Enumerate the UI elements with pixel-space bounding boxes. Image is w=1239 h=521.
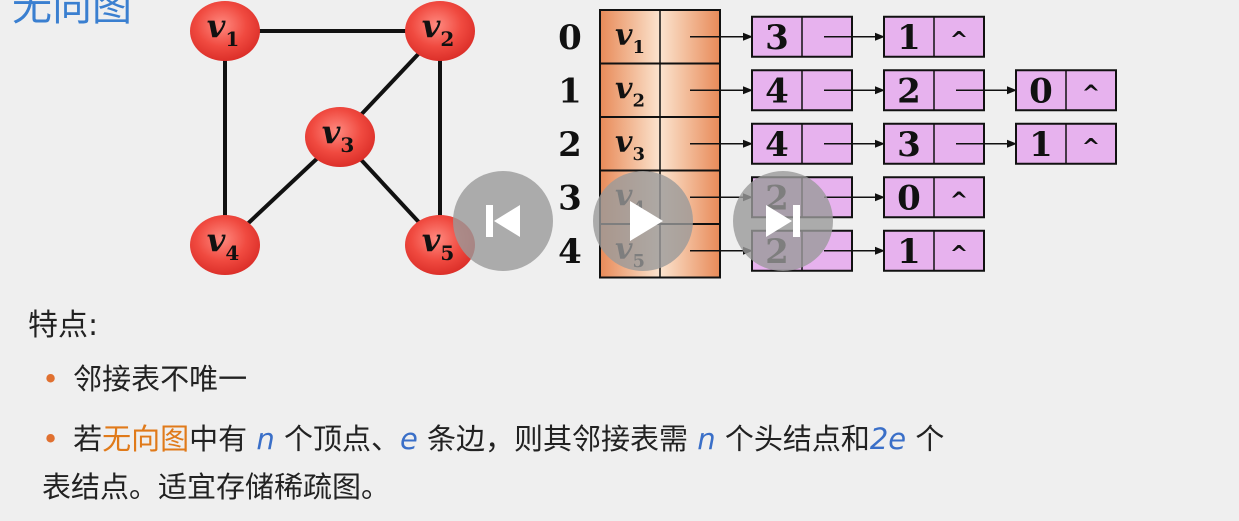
adjvex-value: 3 [897, 125, 921, 165]
bullet-dot: • [42, 362, 60, 396]
edge-node: 3 [751, 15, 885, 58]
null-pointer: ^ [950, 28, 968, 53]
vertex-v4: v4 [190, 215, 260, 275]
adjvex-value: 1 [897, 18, 921, 58]
edge-node: 0 ^ [883, 176, 985, 219]
adjvex-value: 2 [897, 71, 921, 111]
row-index: 0 [558, 18, 582, 58]
bullet2-text-b: 中有 [189, 422, 257, 456]
edge-node: 4 [751, 69, 885, 112]
bullet2-text-d: 条边，则其邻接表需 [417, 422, 698, 456]
bullet-item-2-continued: 表结点。适宜存储稀疏图。 [42, 470, 391, 504]
edge-node: 1 ^ [883, 229, 985, 272]
graph-and-adjacency-diagram: v1v2v3v4v5 0v131^1v2420^2v3431^3v420^4v5… [190, 1, 1117, 279]
play-button[interactable] [593, 171, 693, 271]
null-pointer: ^ [950, 188, 968, 213]
adjvex-value: 3 [765, 18, 789, 58]
bullet-dot: • [42, 422, 60, 456]
features-heading: 特点: [28, 308, 99, 343]
bullet2-text-c: 个顶点、 [274, 422, 400, 456]
adjvex-value: 4 [765, 71, 789, 111]
edge-node: 1 ^ [1015, 122, 1117, 165]
adjvex-value: 1 [1029, 125, 1053, 165]
adjvex-value: 1 [897, 232, 921, 272]
video-player-controls [453, 171, 833, 271]
null-pointer: ^ [1082, 81, 1100, 106]
adjvex-value: 0 [1029, 71, 1053, 111]
adj-row-0: 0 v1 3 1 ^ [558, 9, 985, 65]
bullet2-text-f: 个 [906, 422, 945, 456]
vertex-v2: v2 [405, 1, 475, 61]
adjvex-value: 0 [897, 178, 921, 218]
adj-row-2: 2 v3 4 3 1 ^ [558, 116, 1117, 172]
bullet-text-1: 邻接表不唯一 [73, 362, 248, 396]
var-e: e [399, 422, 418, 456]
vertex-v1: v1 [190, 1, 260, 61]
bullet-item-2: • 若无向图中有 n 个顶点、e 条边，则其邻接表需 n 个头结点和2e 个 [42, 416, 944, 458]
bullet-item-1: • 邻接表不唯一 [42, 356, 247, 398]
row-index: 1 [558, 71, 582, 111]
prev-button[interactable] [453, 171, 553, 271]
var-2e: 2e [869, 422, 907, 456]
edge-node: 4 [751, 122, 885, 165]
bullet2-text-a: 若 [73, 422, 103, 456]
next-button[interactable] [733, 171, 833, 271]
bullet2-highlight: 无向图 [102, 422, 190, 456]
vertex-v3: v3 [305, 107, 375, 167]
null-pointer: ^ [950, 242, 968, 267]
row-index: 4 [558, 232, 582, 272]
row-index: 3 [558, 178, 582, 218]
adj-row-1: 1 v2 4 2 0 ^ [558, 62, 1117, 118]
adjvex-value: 4 [765, 125, 789, 165]
edge-node: 2 [883, 69, 1017, 112]
edge-node: 3 [883, 122, 1017, 165]
row-index: 2 [558, 125, 582, 165]
var-n-2: n [697, 422, 716, 456]
bullet2-text-e: 个头结点和 [715, 422, 870, 456]
var-n: n [256, 422, 275, 456]
null-pointer: ^ [1082, 135, 1100, 160]
graph-vertices: v1 v2v3v4 v5 [190, 1, 475, 275]
edge-node: 1 ^ [883, 15, 985, 58]
edge-node: 0 ^ [1015, 69, 1117, 112]
